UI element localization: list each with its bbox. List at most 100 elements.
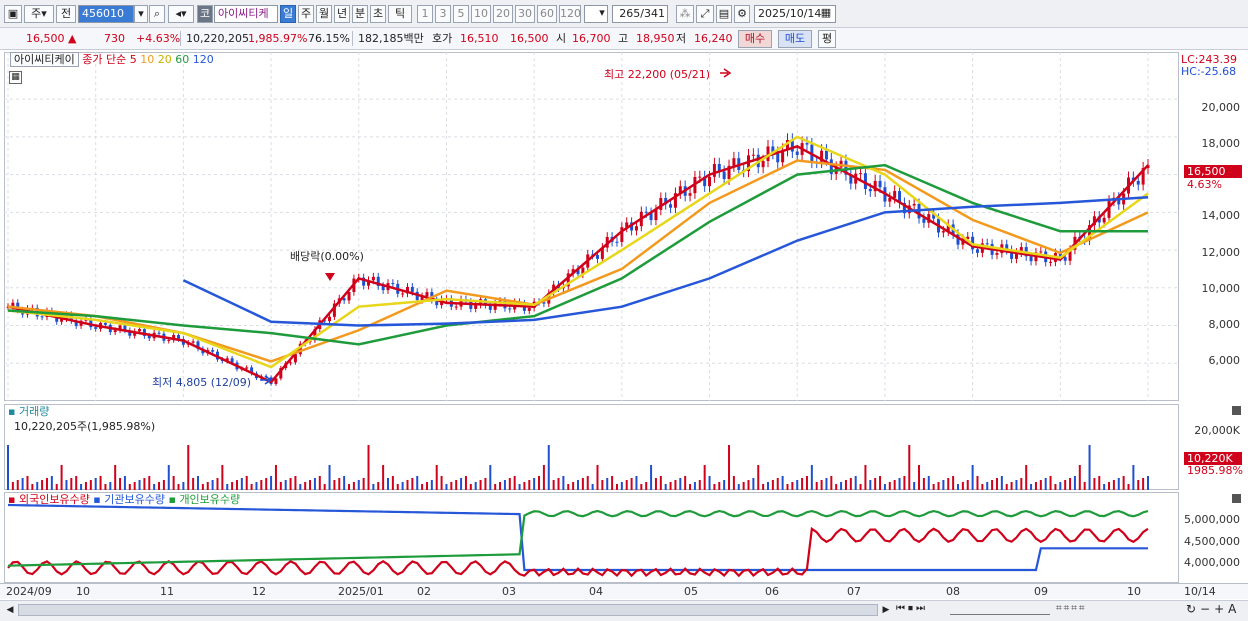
period-second[interactable]: 초 [370,5,386,23]
scroll-thumb[interactable] [18,604,878,616]
holding-close-icon[interactable] [1232,494,1241,503]
volume-close-icon[interactable] [1232,406,1241,415]
stock-code-input[interactable]: 456010 [78,5,134,23]
volume-bar [143,478,146,490]
volume-bar [825,478,828,490]
period-week[interactable]: 주 [298,5,314,23]
save-icon[interactable]: ▤ [716,5,732,23]
volume-bar [854,476,857,490]
volume-bar [474,482,477,490]
period-year[interactable]: 년 [334,5,350,23]
search-icon[interactable]: ⌕ [149,5,165,23]
volume-bar [849,478,852,490]
individual-line [7,509,1149,567]
buy-button[interactable]: 매수 [738,30,772,48]
stock-name-chip[interactable]: 아이씨티케이 [10,52,79,67]
count-field[interactable]: 265/341 [612,5,668,23]
volume-bar [80,484,83,490]
candle-body [995,253,999,255]
candle-body [805,143,809,145]
window-menu-icon[interactable]: ▣ [4,5,22,23]
x-label-11: 11 [160,585,174,598]
eval-button[interactable]: 평 [818,30,836,48]
volume-bar [153,484,156,490]
speaker-icon[interactable]: ◂▾ [168,5,194,23]
volume-bar [625,480,628,490]
market-type-select[interactable]: 주▾ [24,5,54,23]
candle-body [245,367,249,369]
volume-bar [1010,482,1013,490]
playback-controls[interactable]: ⏮⏹⏭ [896,603,928,614]
candle-body [94,327,98,329]
volume-bar [494,484,497,490]
volume-bar [898,478,901,490]
interval-120[interactable]: 120 [559,5,581,23]
volume-bar [231,482,234,490]
market-type-label: 주 [31,7,42,20]
zoom-slider[interactable] [950,605,1050,615]
grid-toggle-icon[interactable]: ▦ [9,71,22,84]
volume-bar [484,478,487,490]
institution-legend: ▪ 기관보유수량 [93,493,165,506]
x-label-03: 03 [502,585,516,598]
volume-bar [737,484,740,490]
foreign-line [7,526,1149,578]
volume-bar [362,478,365,490]
interval-20[interactable]: 20 [493,5,513,23]
volume-bar [270,476,273,490]
price-change: 730 [104,32,125,45]
volume-bar [333,480,336,490]
candle-body [347,291,351,301]
change-pct-tag: 4.63% [1187,178,1222,191]
draw-tool-icon[interactable]: ⤢ [696,5,714,23]
sell-button[interactable]: 매도 [778,30,812,48]
interval-1[interactable]: 1 [417,5,433,23]
volume-bar [294,476,297,490]
volume-value-note: 10,220,205주(1,985.98%) [14,420,156,433]
volume-bar [552,480,555,490]
interval-dropdown-icon[interactable]: ▾ [596,5,608,23]
volume-bar [732,476,735,490]
interval-10[interactable]: 10 [471,5,491,23]
prev-button[interactable]: 전 [56,5,76,23]
volume-bar [1020,478,1023,490]
volume-bar [479,480,482,490]
count-total: /341 [640,7,665,20]
interval-60[interactable]: 60 [537,5,557,23]
volume-bar [211,480,214,490]
x-label-04: 04 [589,585,603,598]
period-tick[interactable]: 틱 [388,5,412,23]
code-dropdown-icon[interactable]: ▾ [134,5,148,23]
ma5-legend: 5 [129,53,137,66]
volume-bar [883,484,886,490]
volume-bar [55,484,58,490]
volume-bar [805,476,808,490]
scroll-right-icon[interactable]: ▶ [880,603,892,617]
volume-bar [762,484,765,490]
candle-body [138,329,142,332]
volume-bar [752,478,755,490]
stock-name-field[interactable]: 아이씨티케 [214,5,278,23]
gear-icon[interactable]: ⚙ [734,5,750,23]
volume-bar [591,484,594,490]
candle-body [454,306,458,308]
volume-bar [581,478,584,490]
zoom-tool-icons[interactable]: ⌗⌗⌗⌗ [1056,603,1087,614]
layout-icon[interactable]: ⁂ [676,5,694,23]
period-day[interactable]: 일 [280,5,296,23]
volume-bar [1064,480,1067,490]
interval-30[interactable]: 30 [515,5,535,23]
volume-bar [192,478,195,490]
scroll-left-icon[interactable]: ◀ [4,603,16,617]
period-month[interactable]: 월 [316,5,332,23]
volume-bar [119,478,122,490]
volume-bar [659,476,662,490]
calendar-icon[interactable]: ▦ [818,5,834,23]
interval-3[interactable]: 3 [435,5,451,23]
period-minute[interactable]: 분 [352,5,368,23]
volume-bar [65,480,68,490]
volume-bar [937,482,940,490]
volume-bar [396,484,399,490]
zoom-buttons[interactable]: ↻−+A [1186,602,1240,616]
interval-5[interactable]: 5 [453,5,469,23]
